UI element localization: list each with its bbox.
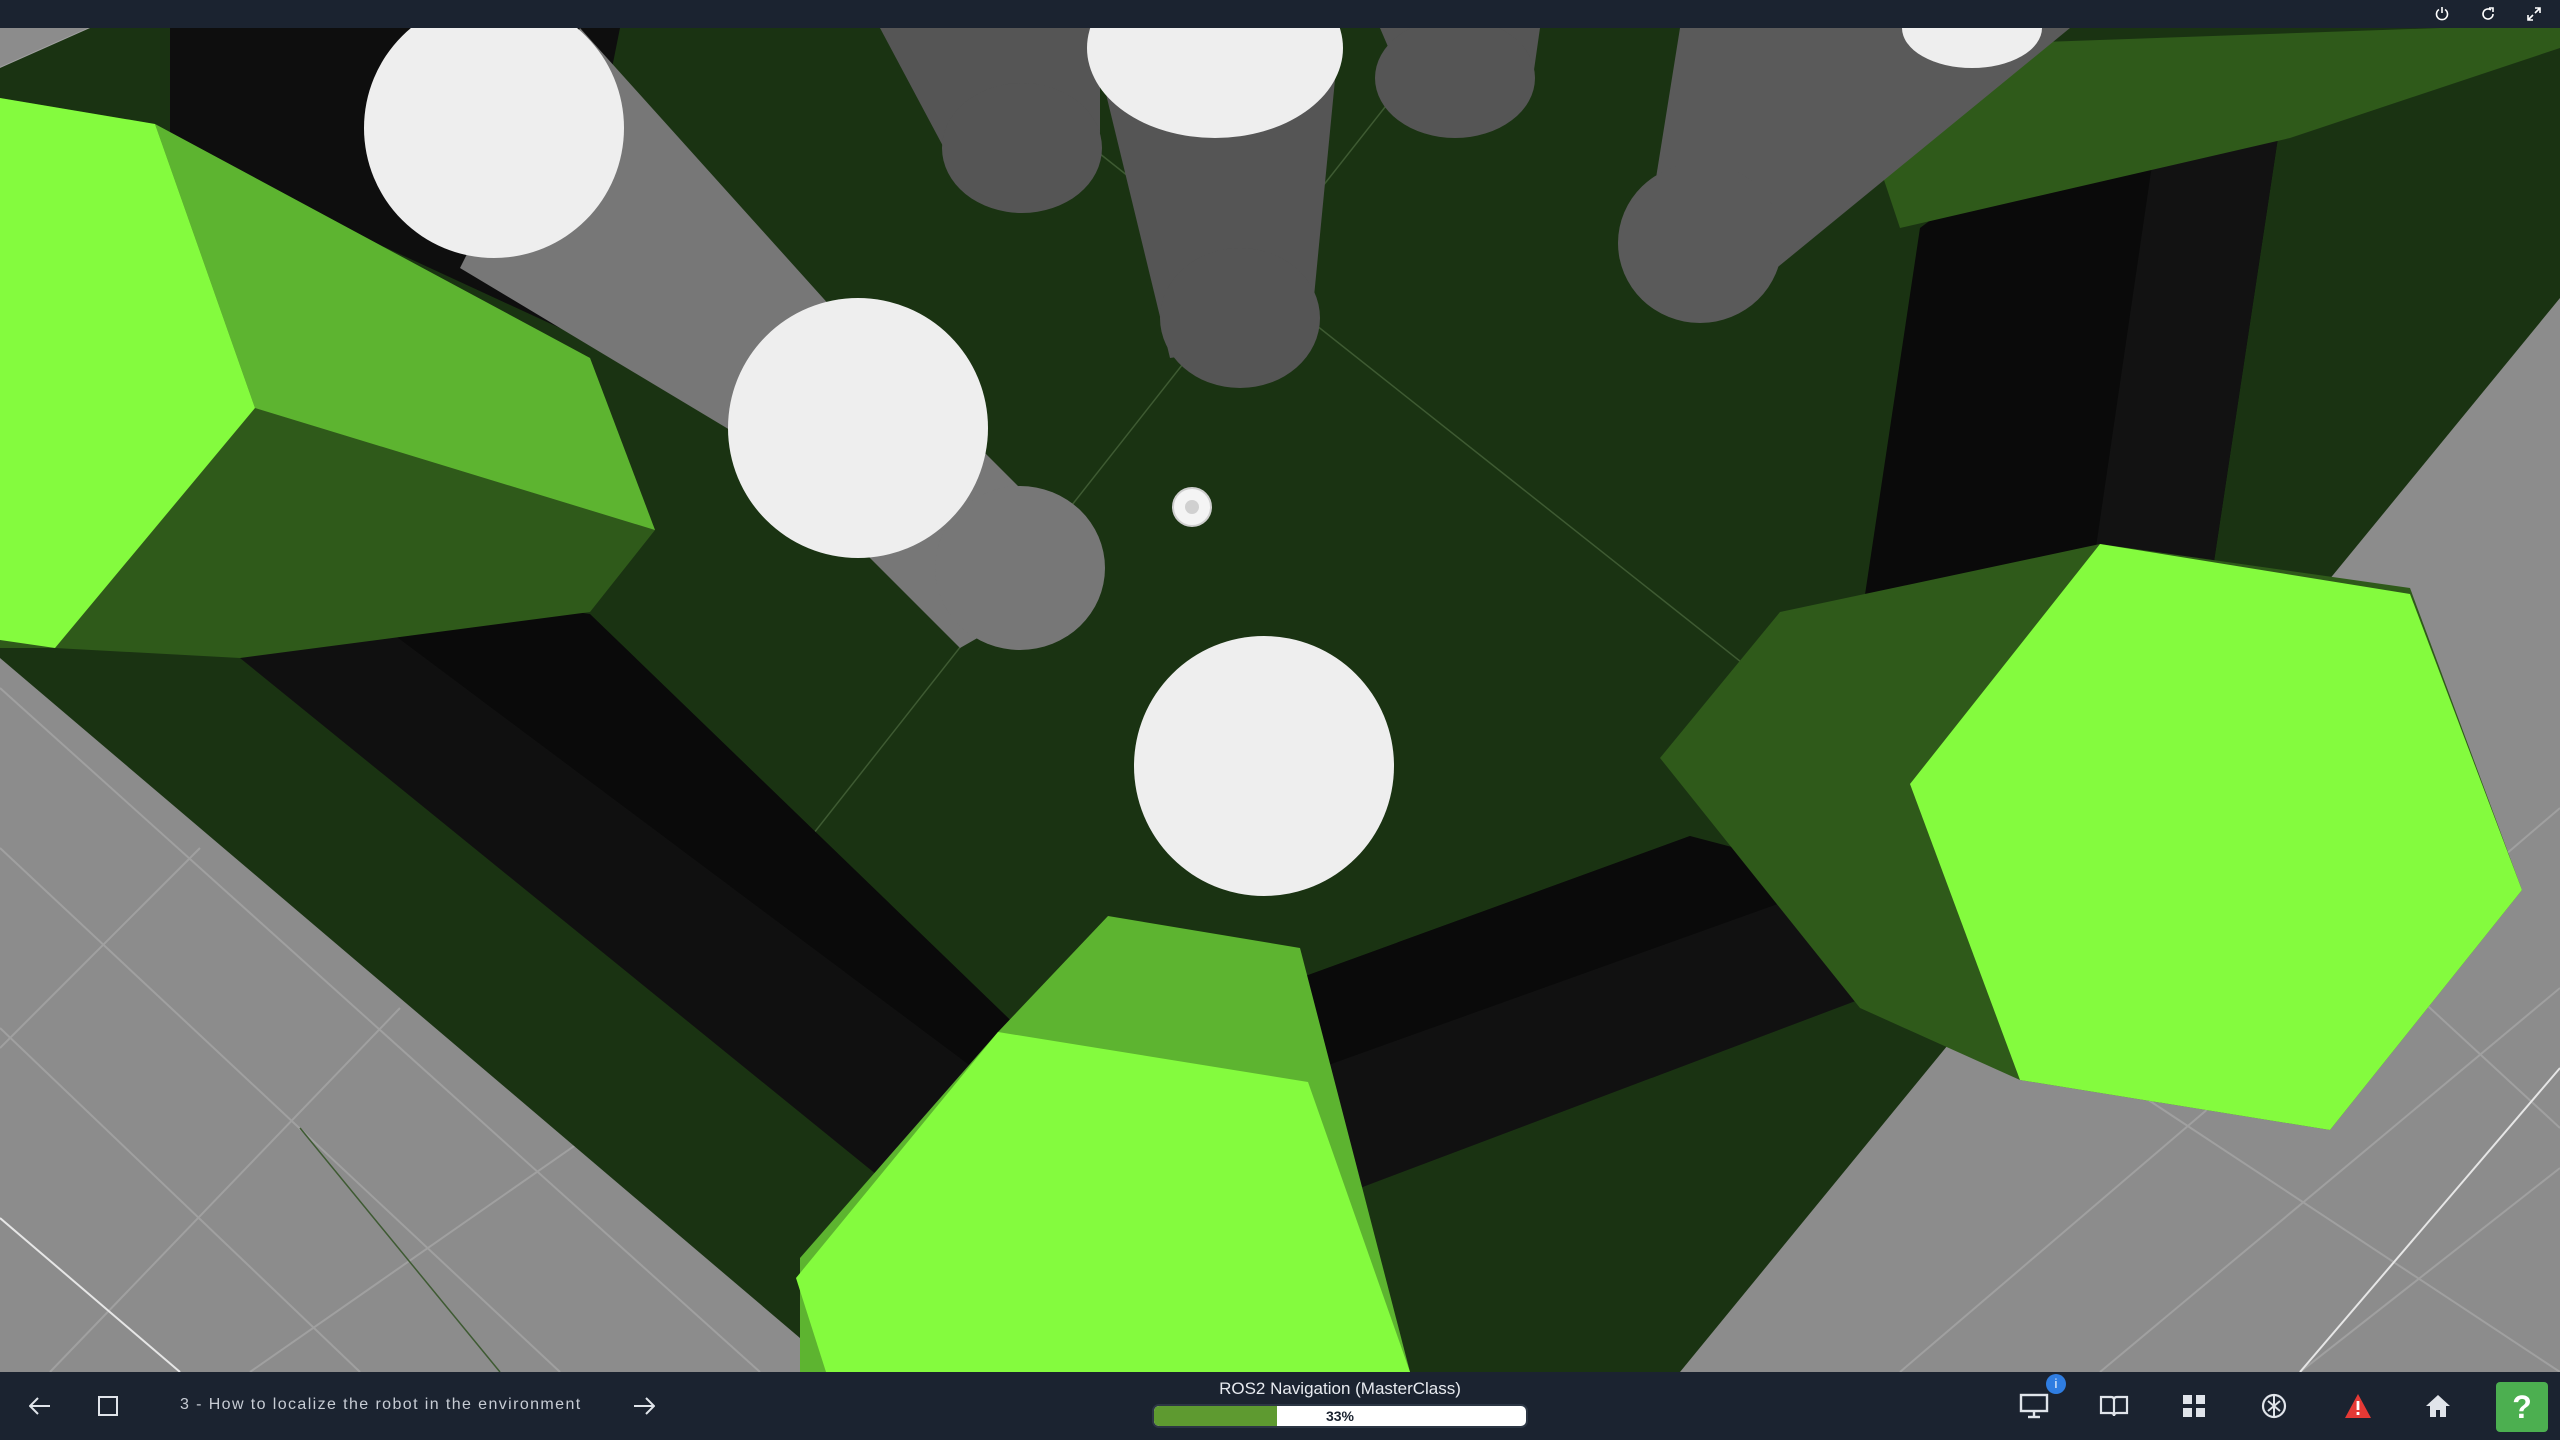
course-title: ROS2 Navigation (MasterClass) — [1219, 1379, 1461, 1398]
progress-label: 33% — [1325, 1408, 1355, 1424]
notification-badge: i — [2046, 1374, 2066, 1394]
book-icon[interactable] — [2094, 1386, 2134, 1426]
course-progress-bar: 33% — [1152, 1404, 1528, 1428]
ai-assistant-icon[interactable] — [2254, 1386, 2294, 1426]
warning-icon[interactable] — [2338, 1386, 2378, 1426]
help-button[interactable]: ? — [2496, 1382, 2548, 1432]
refresh-icon[interactable] — [2476, 2, 2500, 26]
top-bar — [0, 0, 2560, 28]
desktop-icon[interactable] — [2014, 1386, 2054, 1426]
gazebo-scene[interactable] — [0, 28, 2560, 1372]
grid-icon[interactable] — [2174, 1386, 2214, 1426]
home-icon[interactable] — [2418, 1386, 2458, 1426]
stop-square-icon[interactable] — [88, 1386, 128, 1426]
cylinder-center — [1134, 636, 1394, 896]
lesson-title: 3 - How to localize the robot in the env… — [180, 1396, 582, 1413]
back-arrow-icon[interactable] — [20, 1386, 60, 1426]
simulation-viewport[interactable] — [0, 28, 2560, 1372]
robot[interactable] — [1172, 487, 1212, 527]
bottom-bar: 3 - How to localize the robot in the env… — [0, 1372, 2560, 1440]
power-icon[interactable] — [2430, 2, 2454, 26]
fullscreen-icon[interactable] — [2522, 2, 2546, 26]
forward-arrow-icon[interactable] — [624, 1386, 664, 1426]
cylinder-middle-left — [728, 298, 988, 558]
